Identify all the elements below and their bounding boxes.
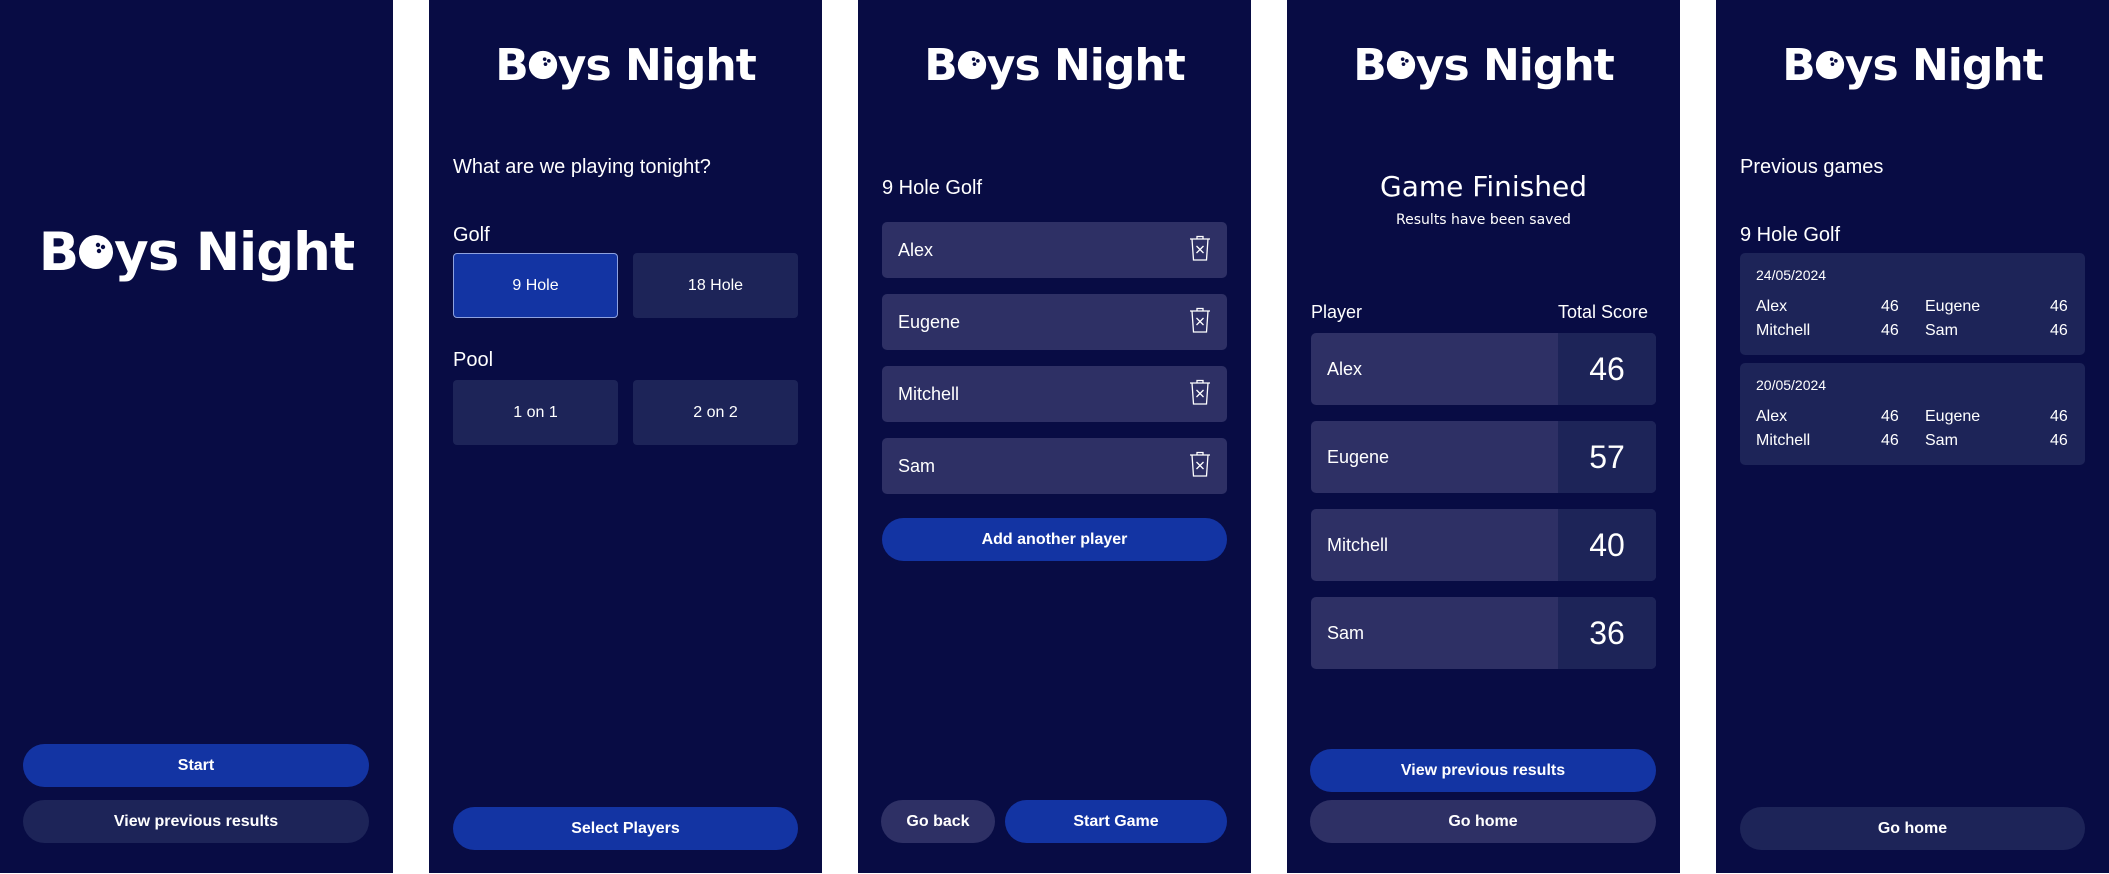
game-title: 9 Hole Golf (882, 177, 983, 199)
results-title: Game Finished (1380, 170, 1587, 203)
player-row[interactable]: Eugene (882, 294, 1227, 350)
score-name: Eugene (1925, 408, 1981, 425)
score-value: 46 (2050, 432, 2068, 449)
screen-welcome: Bys Night Start View previous results (0, 0, 393, 873)
score-name: Mitchell (1756, 322, 1811, 339)
game-date: 20/05/2024 (1756, 377, 1827, 393)
view-previous-results-button[interactable]: View previous results (23, 800, 369, 843)
app-logo: Bys Night (1287, 40, 1680, 91)
app-logo: Bys Night (0, 222, 393, 283)
game-type-heading: 9 Hole Golf (1740, 224, 1841, 246)
result-row: Mitchell 40 (1311, 509, 1656, 581)
score-value: 46 (1881, 322, 1899, 339)
game-date: 24/05/2024 (1756, 267, 1827, 283)
player-name: Alex (898, 239, 934, 260)
bowling-ball-icon (1386, 40, 1416, 91)
bowling-ball-icon (528, 40, 558, 91)
score-name: Sam (1925, 322, 1958, 339)
screen-players: Bys Night 9 Hole Golf Alex Eugene Mitche… (858, 0, 1251, 873)
select-players-button[interactable]: Select Players (453, 807, 798, 850)
column-header-score: Total Score (1557, 302, 1648, 322)
result-player-name: Alex (1327, 358, 1363, 379)
app-logo: Bys Night (429, 40, 822, 91)
logo-text: ys Night (1415, 40, 1615, 91)
view-previous-results-button[interactable]: View previous results (1310, 749, 1656, 792)
result-player-name: Mitchell (1327, 534, 1389, 555)
bowling-ball-icon (957, 40, 987, 91)
start-game-button[interactable]: Start Game (1005, 800, 1227, 843)
go-back-button[interactable]: Go back (881, 800, 995, 843)
score-value: 46 (1881, 432, 1899, 449)
player-name: Mitchell (898, 383, 960, 404)
score-name: Alex (1756, 298, 1788, 315)
logo-letter: B (924, 40, 958, 91)
screen-game-select: Bys Night What are we playing tonight? G… (429, 0, 822, 873)
question-heading: What are we playing tonight? (453, 156, 711, 178)
pool-heading: Pool (453, 349, 494, 371)
result-row: Sam 36 (1311, 597, 1656, 669)
score-value: 46 (2050, 408, 2068, 425)
results-subtitle: Results have been saved (1396, 212, 1571, 228)
option-1-on-1[interactable]: 1 on 1 (453, 380, 618, 445)
result-row: Alex 46 (1311, 333, 1656, 405)
player-row[interactable]: Alex (882, 222, 1227, 278)
player-row[interactable]: Sam (882, 438, 1227, 494)
score-name: Sam (1925, 432, 1958, 449)
score-value: 46 (1881, 298, 1899, 315)
score-name: Eugene (1925, 298, 1981, 315)
screen-previous-games: Bys Night Previous games 9 Hole Golf 24/… (1716, 0, 2109, 873)
bowling-ball-icon (1815, 40, 1845, 91)
column-header-player: Player (1311, 302, 1363, 322)
game-card[interactable]: 24/05/2024 Alex 46 Eugene 46 Mitchell 46… (1740, 253, 2085, 355)
logo-letter: B (495, 40, 529, 91)
option-9-hole[interactable]: 9 Hole (453, 253, 618, 318)
trash-icon[interactable] (1189, 235, 1211, 266)
go-home-button[interactable]: Go home (1740, 807, 2085, 850)
logo-letter: B (38, 222, 79, 283)
score-value: 46 (2050, 298, 2068, 315)
player-name: Eugene (898, 311, 961, 332)
trash-icon[interactable] (1189, 379, 1211, 410)
app-logo: Bys Night (1716, 40, 2109, 91)
bowling-ball-icon (78, 222, 114, 283)
logo-text: ys Night (1844, 40, 2044, 91)
score-value: 46 (1881, 408, 1899, 425)
previous-games-heading: Previous games (1740, 156, 1884, 178)
logo-letter: B (1782, 40, 1816, 91)
player-row[interactable]: Mitchell (882, 366, 1227, 422)
score-value: 46 (2050, 322, 2068, 339)
logo-text: ys Night (114, 222, 355, 283)
app-logo: Bys Night (858, 40, 1251, 91)
result-player-name: Eugene (1327, 446, 1390, 467)
result-row: Eugene 57 (1311, 421, 1656, 493)
go-home-button[interactable]: Go home (1310, 800, 1656, 843)
result-score: 57 (1558, 421, 1656, 493)
score-name: Alex (1756, 408, 1788, 425)
score-name: Mitchell (1756, 432, 1811, 449)
logo-text: ys Night (986, 40, 1186, 91)
trash-icon[interactable] (1189, 307, 1211, 338)
result-score: 36 (1558, 597, 1656, 669)
logo-text: ys Night (557, 40, 757, 91)
game-card[interactable]: 20/05/2024 Alex 46 Eugene 46 Mitchell 46… (1740, 363, 2085, 465)
screen-results: Bys Night Game Finished Results have bee… (1287, 0, 1680, 873)
option-2-on-2[interactable]: 2 on 2 (633, 380, 798, 445)
player-name: Sam (898, 455, 936, 476)
golf-heading: Golf (453, 224, 490, 246)
trash-icon[interactable] (1189, 451, 1211, 482)
start-button[interactable]: Start (23, 744, 369, 787)
result-player-name: Sam (1327, 622, 1365, 643)
logo-letter: B (1353, 40, 1387, 91)
result-score: 46 (1558, 333, 1656, 405)
option-18-hole[interactable]: 18 Hole (633, 253, 798, 318)
add-player-button[interactable]: Add another player (882, 518, 1227, 561)
result-score: 40 (1558, 509, 1656, 581)
